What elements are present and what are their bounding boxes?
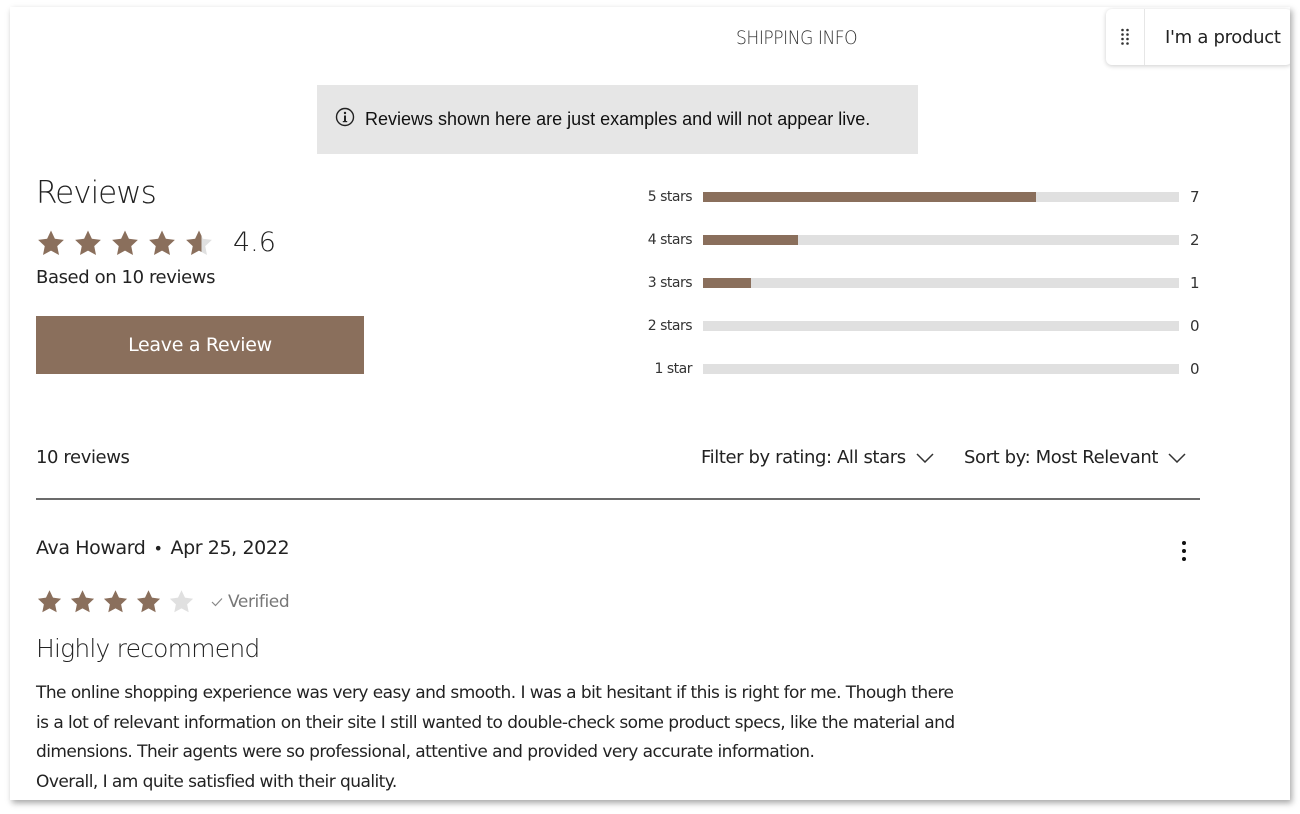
review-title: Highly recommend (36, 634, 260, 663)
chevron-down-icon (1168, 452, 1186, 463)
distribution-count: 7 (1190, 188, 1200, 206)
leave-review-button[interactable]: Leave a Review (36, 316, 364, 374)
distribution-label: 5 stars (647, 189, 693, 205)
distribution-row[interactable]: 4 stars 2 (630, 230, 1210, 250)
distribution-bar-fill (703, 278, 751, 288)
distribution-label: 3 stars (647, 275, 693, 291)
distribution-bar-track (703, 235, 1179, 245)
review-body-line: dimensions. Their agents were so profess… (36, 742, 815, 762)
distribution-label: 4 stars (647, 232, 693, 248)
verified-badge: Verified (211, 591, 290, 612)
distribution-bar-fill (703, 192, 1037, 202)
reviews-heading: Reviews (36, 175, 157, 211)
check-icon (211, 597, 223, 606)
example-reviews-notice: Reviews shown here are just examples and… (317, 85, 918, 154)
review-meta: Ava Howard • Apr 25, 2022 (36, 537, 290, 559)
distribution-count: 0 (1190, 360, 1200, 378)
star-filled-icon (112, 230, 138, 255)
distribution-count: 2 (1190, 231, 1200, 249)
chevron-down-icon (916, 452, 934, 463)
average-rating-value: 4.6 (233, 227, 276, 258)
based-on-count: Based on 10 reviews (36, 267, 216, 288)
notice-text: Reviews shown here are just examples and… (365, 109, 871, 129)
review-author: Ava Howard (36, 537, 146, 559)
meta-separator: • (153, 538, 163, 558)
info-icon (335, 107, 355, 132)
distribution-bar-track (703, 192, 1179, 202)
distribution-bar-track (703, 321, 1179, 331)
filter-label: Filter by rating: All stars (701, 447, 906, 468)
distribution-row[interactable]: 2 stars 0 (630, 316, 1210, 336)
review-date: Apr 25, 2022 (170, 537, 290, 559)
star-partial-icon (186, 230, 212, 255)
review-body: The online shopping experience was very … (36, 679, 1046, 797)
sort-dropdown[interactable]: Sort by: Most Relevant (964, 447, 1186, 468)
star-filled-icon (37, 590, 62, 613)
shipping-info-heading[interactable]: SHIPPING INFO (736, 27, 858, 49)
reviews-count: 10 reviews (36, 447, 130, 468)
review-stars (36, 588, 201, 615)
distribution-row[interactable]: 3 stars 1 (630, 273, 1210, 293)
distribution-row[interactable]: 1 star 0 (630, 359, 1210, 379)
review-body-line: Overall, I am quite satisfied with their… (36, 771, 397, 792)
filter-by-rating-dropdown[interactable]: Filter by rating: All stars (701, 447, 934, 468)
distribution-row[interactable]: 5 stars 7 (630, 187, 1210, 207)
star-filled-icon (75, 230, 101, 255)
star-empty-icon (169, 590, 194, 613)
product-chip-label: I'm a product (1165, 26, 1281, 48)
review-rating: Verified (36, 588, 290, 615)
star-filled-icon (38, 230, 64, 255)
more-options-icon[interactable] (1174, 537, 1194, 565)
distribution-label: 2 stars (647, 318, 693, 334)
sort-label: Sort by: Most Relevant (964, 447, 1159, 468)
reviews-widget: SHIPPING INFO I'm a product Reviews show… (10, 7, 1290, 800)
divider (36, 498, 1200, 500)
review-body-line: The online shopping experience was very … (36, 683, 954, 703)
drag-handle-icon[interactable] (1106, 9, 1145, 65)
star-filled-icon (103, 590, 128, 613)
verified-label: Verified (228, 591, 290, 612)
distribution-bar-fill (703, 235, 799, 245)
distribution-bar-track (703, 364, 1179, 374)
star-filled-icon (70, 590, 95, 613)
average-rating-stars: 4.6 (36, 227, 276, 258)
product-chip[interactable]: I'm a product (1106, 9, 1290, 65)
star-filled-icon (136, 590, 161, 613)
review-body-line: is a lot of relevant information on thei… (36, 712, 955, 733)
star-filled-icon (149, 230, 175, 255)
distribution-count: 0 (1190, 317, 1200, 335)
distribution-count: 1 (1190, 274, 1200, 292)
distribution-label: 1 star (654, 361, 693, 377)
distribution-bar-track (703, 278, 1179, 288)
